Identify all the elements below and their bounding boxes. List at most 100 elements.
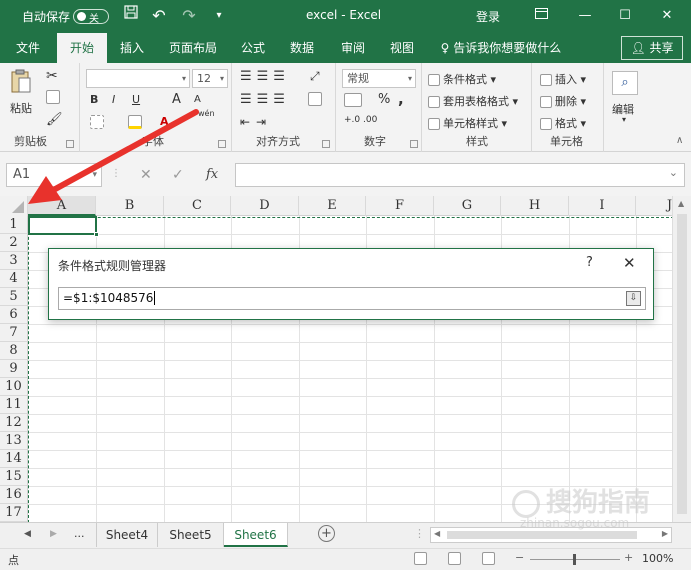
- tab-data[interactable]: 数据: [282, 33, 322, 63]
- normal-view-icon[interactable]: [414, 551, 430, 565]
- maximize-icon[interactable]: ☐: [612, 4, 638, 28]
- font-size-combo[interactable]: 12 ▾: [192, 69, 228, 88]
- cancel-icon[interactable]: ✕: [140, 167, 152, 183]
- alignment-launcher-icon[interactable]: [322, 140, 330, 148]
- horizontal-align-icons[interactable]: ☰☰☰: [240, 92, 290, 107]
- row-header[interactable]: 10: [0, 378, 28, 396]
- zoom-slider[interactable]: [530, 554, 620, 565]
- merge-center-icon[interactable]: [308, 92, 325, 106]
- save-icon[interactable]: [118, 4, 144, 28]
- column-header[interactable]: G: [434, 196, 501, 216]
- row-header[interactable]: 14: [0, 450, 28, 468]
- formula-input[interactable]: ⌄: [235, 163, 685, 187]
- row-header[interactable]: 1: [0, 216, 28, 234]
- row-header[interactable]: 3: [0, 252, 28, 270]
- cut-icon[interactable]: ✂: [46, 68, 58, 84]
- minimize-icon[interactable]: —: [572, 4, 598, 28]
- column-header[interactable]: D: [231, 196, 299, 216]
- number-launcher-icon[interactable]: [410, 140, 418, 148]
- tab-formulas[interactable]: 公式: [233, 33, 273, 63]
- editing-dropdown-icon[interactable]: ▾: [622, 115, 626, 124]
- format-as-table-button[interactable]: 套用表格格式 ▾: [428, 93, 518, 109]
- autosave-toggle[interactable]: 关: [73, 9, 109, 25]
- row-header[interactable]: 12: [0, 414, 28, 432]
- font-launcher-icon[interactable]: [218, 140, 226, 148]
- sheet-tab-active[interactable]: Sheet6: [224, 523, 288, 547]
- phonetic-button[interactable]: wén: [198, 109, 215, 118]
- italic-button[interactable]: I: [112, 93, 115, 106]
- select-all-corner[interactable]: [0, 196, 28, 216]
- search-icon[interactable]: ⌕: [612, 71, 638, 95]
- scroll-thumb[interactable]: [677, 214, 687, 514]
- column-header[interactable]: C: [164, 196, 231, 216]
- column-header[interactable]: F: [366, 196, 434, 216]
- zoom-level[interactable]: 100%: [642, 552, 673, 565]
- undo-icon[interactable]: ↶: [146, 4, 172, 28]
- name-box[interactable]: A1 ▾: [6, 163, 102, 187]
- vertical-align-icons[interactable]: ☰☰☰: [240, 69, 290, 84]
- row-header[interactable]: 7: [0, 324, 28, 342]
- enter-icon[interactable]: ✓: [172, 167, 184, 183]
- font-name-combo[interactable]: ▾: [86, 69, 190, 88]
- insert-function-button[interactable]: fx: [206, 167, 218, 182]
- zoom-out-icon[interactable]: −: [515, 551, 524, 564]
- tab-view[interactable]: 视图: [382, 33, 422, 63]
- column-header[interactable]: E: [299, 196, 366, 216]
- row-header[interactable]: 17: [0, 504, 28, 522]
- insert-cells-button[interactable]: 插入 ▾: [540, 71, 586, 87]
- collapse-dialog-icon[interactable]: ⇩: [626, 291, 641, 306]
- tab-page-layout[interactable]: 页面布局: [163, 33, 223, 63]
- tab-review[interactable]: 审阅: [333, 33, 373, 63]
- page-break-view-icon[interactable]: [482, 551, 498, 565]
- column-header[interactable]: A: [28, 196, 96, 216]
- more-sheets-button[interactable]: ...: [74, 527, 85, 540]
- clipboard-launcher-icon[interactable]: [66, 140, 74, 148]
- indent-icons[interactable]: ⇤⇥: [240, 115, 272, 129]
- share-button[interactable]: 👤︎ 共享: [621, 36, 683, 60]
- decimal-increase-icon[interactable]: +.0 .00: [344, 115, 377, 125]
- comma-button[interactable]: ,: [398, 90, 404, 108]
- format-painter-icon[interactable]: 🖌︎: [46, 112, 63, 127]
- vertical-scrollbar[interactable]: ▲: [672, 196, 691, 522]
- grow-font-button[interactable]: A: [172, 92, 181, 107]
- next-sheet-icon[interactable]: ▶: [50, 529, 57, 539]
- row-header[interactable]: 9: [0, 360, 28, 378]
- currency-icon[interactable]: [344, 93, 365, 107]
- row-header[interactable]: 8: [0, 342, 28, 360]
- row-header[interactable]: 6: [0, 306, 28, 324]
- orientation-icon[interactable]: ⤢: [310, 69, 320, 84]
- tab-file[interactable]: 文件: [6, 33, 50, 63]
- expand-formula-icon[interactable]: ⌄: [669, 166, 678, 179]
- dialog-close-button[interactable]: ✕: [623, 254, 636, 272]
- column-header[interactable]: J: [636, 196, 672, 216]
- customize-qat-icon[interactable]: ▾: [206, 4, 232, 28]
- page-layout-view-icon[interactable]: [448, 551, 464, 565]
- worksheet-grid[interactable]: A B C D E F G H I J 1 2 3 4 5 6 7 8 9 10: [0, 196, 672, 522]
- range-input[interactable]: =$1:$1048576 ⇩: [58, 287, 646, 310]
- shrink-font-button[interactable]: A: [194, 94, 201, 105]
- column-header[interactable]: I: [569, 196, 636, 216]
- prev-sheet-icon[interactable]: ◀: [24, 529, 31, 539]
- row-header[interactable]: 2: [0, 234, 28, 252]
- format-cells-button[interactable]: 格式 ▾: [540, 115, 586, 131]
- row-header[interactable]: 5: [0, 288, 28, 306]
- h-scroll-thumb[interactable]: [447, 531, 637, 539]
- row-header[interactable]: 15: [0, 468, 28, 486]
- collapse-ribbon-icon[interactable]: ∧: [676, 135, 683, 146]
- row-header[interactable]: 11: [0, 396, 28, 414]
- bold-button[interactable]: B: [90, 93, 98, 106]
- add-sheet-icon[interactable]: +: [318, 525, 335, 542]
- login-link[interactable]: 登录: [476, 8, 500, 25]
- zoom-in-icon[interactable]: +: [624, 551, 633, 564]
- sheet-tab[interactable]: Sheet4: [96, 523, 158, 547]
- number-format-combo[interactable]: 常规 ▾: [342, 69, 416, 88]
- cell-styles-button[interactable]: 单元格样式 ▾: [428, 115, 507, 131]
- tab-split-icon[interactable]: ⋮: [414, 527, 425, 540]
- row-header[interactable]: 13: [0, 432, 28, 450]
- row-header[interactable]: 16: [0, 486, 28, 504]
- fill-color-icon[interactable]: [128, 115, 145, 129]
- scroll-right-icon[interactable]: ▶: [662, 529, 668, 538]
- column-header[interactable]: B: [96, 196, 164, 216]
- font-color-button[interactable]: A: [160, 115, 169, 128]
- tab-home[interactable]: 开始: [57, 33, 107, 63]
